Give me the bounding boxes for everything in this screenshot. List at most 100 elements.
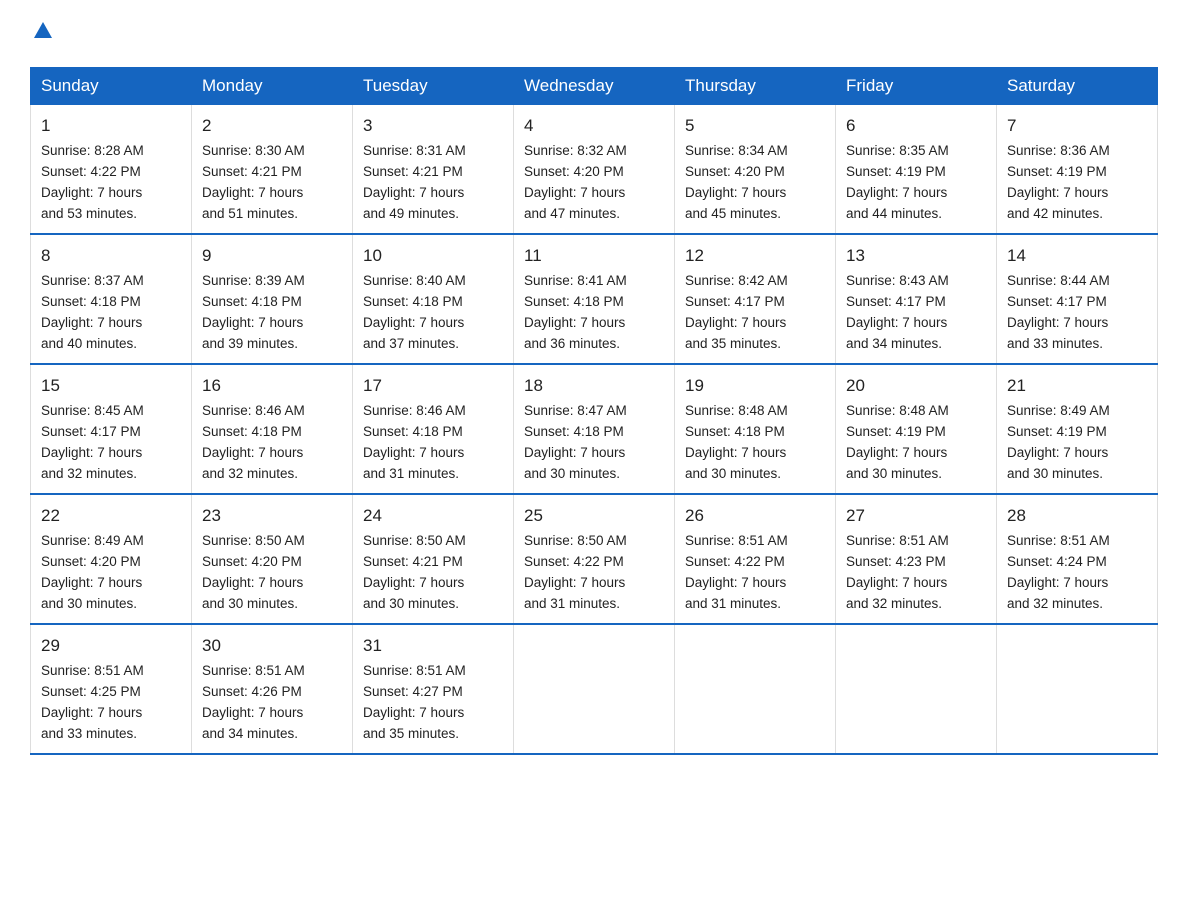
calendar-table: SundayMondayTuesdayWednesdayThursdayFrid…: [30, 67, 1158, 755]
calendar-cell: 28Sunrise: 8:51 AMSunset: 4:24 PMDayligh…: [997, 494, 1158, 624]
sunset-label: Sunset: 4:20 PM: [524, 164, 624, 179]
daylight-minutes: and 31 minutes.: [524, 596, 620, 611]
calendar-cell: 15 Sunrise: 8:45 AM Sunset: 4:17 PM Dayligh…: [31, 364, 192, 494]
day-number: 7: [1007, 113, 1147, 139]
calendar-cell: 17Sunrise: 8:46 AMSunset: 4:18 PMDayligh…: [353, 364, 514, 494]
daylight-label: Daylight: 7 hours: [41, 445, 142, 460]
daylight-label: Daylight: 7 hours: [685, 185, 786, 200]
calendar-cell: 21Sunrise: 8:49 AMSunset: 4:19 PMDayligh…: [997, 364, 1158, 494]
calendar-cell: 18Sunrise: 8:47 AMSunset: 4:18 PMDayligh…: [514, 364, 675, 494]
day-number: 16: [202, 373, 342, 399]
sunset-label: Sunset: 4:19 PM: [846, 164, 946, 179]
day-number: 26: [685, 503, 825, 529]
sunset-label: Sunset: 4:17 PM: [41, 424, 141, 439]
calendar-cell: [675, 624, 836, 754]
calendar-cell: 6Sunrise: 8:35 AMSunset: 4:19 PMDaylight…: [836, 105, 997, 235]
sunset-label: Sunset: 4:23 PM: [846, 554, 946, 569]
calendar-cell: 13Sunrise: 8:43 AMSunset: 4:17 PMDayligh…: [836, 234, 997, 364]
day-number: 15: [41, 373, 181, 399]
calendar-cell: 9Sunrise: 8:39 AMSunset: 4:18 PMDaylight…: [192, 234, 353, 364]
day-number: 6: [846, 113, 986, 139]
daylight-minutes: and 35 minutes.: [685, 336, 781, 351]
sunrise-label: Sunrise: 8:51 AM: [363, 663, 466, 678]
sunrise-label: Sunrise: 8:50 AM: [202, 533, 305, 548]
sunset-label: Sunset: 4:19 PM: [1007, 424, 1107, 439]
sunrise-label: Sunrise: 8:45 AM: [41, 403, 144, 418]
sunset-label: Sunset: 4:18 PM: [685, 424, 785, 439]
sunrise-label: Sunrise: 8:48 AM: [685, 403, 788, 418]
daylight-label: Daylight: 7 hours: [363, 575, 464, 590]
sunset-label: Sunset: 4:20 PM: [41, 554, 141, 569]
daylight-label: Daylight: 7 hours: [846, 575, 947, 590]
sunrise-label: Sunrise: 8:51 AM: [202, 663, 305, 678]
daylight-minutes: and 30 minutes.: [846, 466, 942, 481]
sunrise-label: Sunrise: 8:46 AM: [363, 403, 466, 418]
sunrise-label: Sunrise: 8:46 AM: [202, 403, 305, 418]
calendar-week-row: 15 Sunrise: 8:45 AM Sunset: 4:17 PM Dayligh…: [31, 364, 1158, 494]
day-number: 19: [685, 373, 825, 399]
calendar-cell: 30Sunrise: 8:51 AMSunset: 4:26 PMDayligh…: [192, 624, 353, 754]
daylight-minutes: and 31 minutes.: [685, 596, 781, 611]
daylight-label: Daylight: 7 hours: [202, 575, 303, 590]
daylight-label: Daylight: 7 hours: [524, 315, 625, 330]
day-number: 30: [202, 633, 342, 659]
calendar-cell: 10Sunrise: 8:40 AMSunset: 4:18 PMDayligh…: [353, 234, 514, 364]
day-number: 31: [363, 633, 503, 659]
sunrise-label: Sunrise: 8:51 AM: [1007, 533, 1110, 548]
daylight-label: Daylight: 7 hours: [1007, 575, 1108, 590]
daylight-minutes: and 53 minutes.: [41, 206, 137, 221]
daylight-minutes: and 34 minutes.: [846, 336, 942, 351]
daylight-minutes: and 35 minutes.: [363, 726, 459, 741]
day-number: 14: [1007, 243, 1147, 269]
sunset-label: Sunset: 4:18 PM: [524, 294, 624, 309]
header-saturday: Saturday: [997, 68, 1158, 105]
calendar-header-row: SundayMondayTuesdayWednesdayThursdayFrid…: [31, 68, 1158, 105]
calendar-cell: [836, 624, 997, 754]
calendar-cell: 24Sunrise: 8:50 AMSunset: 4:21 PMDayligh…: [353, 494, 514, 624]
calendar-cell: 25Sunrise: 8:50 AMSunset: 4:22 PMDayligh…: [514, 494, 675, 624]
calendar-cell: 23Sunrise: 8:50 AMSunset: 4:20 PMDayligh…: [192, 494, 353, 624]
day-number: 13: [846, 243, 986, 269]
header-tuesday: Tuesday: [353, 68, 514, 105]
daylight-label: Daylight: 7 hours: [685, 575, 786, 590]
daylight-label: Daylight: 7 hours: [846, 445, 947, 460]
day-number: 9: [202, 243, 342, 269]
daylight-minutes: and 31 minutes.: [363, 466, 459, 481]
day-number: 17: [363, 373, 503, 399]
calendar-cell: 22Sunrise: 8:49 AMSunset: 4:20 PMDayligh…: [31, 494, 192, 624]
daylight-label: Daylight: 7 hours: [363, 445, 464, 460]
calendar-week-row: 8Sunrise: 8:37 AMSunset: 4:18 PMDaylight…: [31, 234, 1158, 364]
sunrise-label: Sunrise: 8:49 AM: [41, 533, 144, 548]
daylight-label: Daylight: 7 hours: [202, 445, 303, 460]
daylight-label: Daylight: 7 hours: [685, 445, 786, 460]
sunrise-label: Sunrise: 8:50 AM: [363, 533, 466, 548]
daylight-minutes: and 30 minutes.: [524, 466, 620, 481]
header-friday: Friday: [836, 68, 997, 105]
sunset-label: Sunset: 4:24 PM: [1007, 554, 1107, 569]
sunrise-label: Sunrise: 8:34 AM: [685, 143, 788, 158]
daylight-label: Daylight: 7 hours: [524, 575, 625, 590]
day-number: 12: [685, 243, 825, 269]
daylight-label: Daylight: 7 hours: [363, 185, 464, 200]
daylight-minutes: and 39 minutes.: [202, 336, 298, 351]
daylight-label: Daylight: 7 hours: [363, 705, 464, 720]
calendar-cell: [514, 624, 675, 754]
sunrise-label: Sunrise: 8:50 AM: [524, 533, 627, 548]
day-number: 2: [202, 113, 342, 139]
daylight-minutes: and 34 minutes.: [202, 726, 298, 741]
daylight-minutes: and 47 minutes.: [524, 206, 620, 221]
sunset-label: Sunset: 4:25 PM: [41, 684, 141, 699]
calendar-cell: 16Sunrise: 8:46 AMSunset: 4:18 PMDayligh…: [192, 364, 353, 494]
daylight-minutes: and 33 minutes.: [1007, 336, 1103, 351]
calendar-cell: 1Sunrise: 8:28 AMSunset: 4:22 PMDaylight…: [31, 105, 192, 235]
daylight-label: Daylight: 7 hours: [41, 315, 142, 330]
sunset-label: Sunset: 4:27 PM: [363, 684, 463, 699]
calendar-cell: 26Sunrise: 8:51 AMSunset: 4:22 PMDayligh…: [675, 494, 836, 624]
calendar-cell: 3Sunrise: 8:31 AMSunset: 4:21 PMDaylight…: [353, 105, 514, 235]
daylight-label: Daylight: 7 hours: [524, 445, 625, 460]
sunrise-label: Sunrise: 8:43 AM: [846, 273, 949, 288]
sunrise-label: Sunrise: 8:51 AM: [41, 663, 144, 678]
sunset-label: Sunset: 4:20 PM: [685, 164, 785, 179]
sunset-label: Sunset: 4:17 PM: [685, 294, 785, 309]
daylight-minutes: and 30 minutes.: [685, 466, 781, 481]
